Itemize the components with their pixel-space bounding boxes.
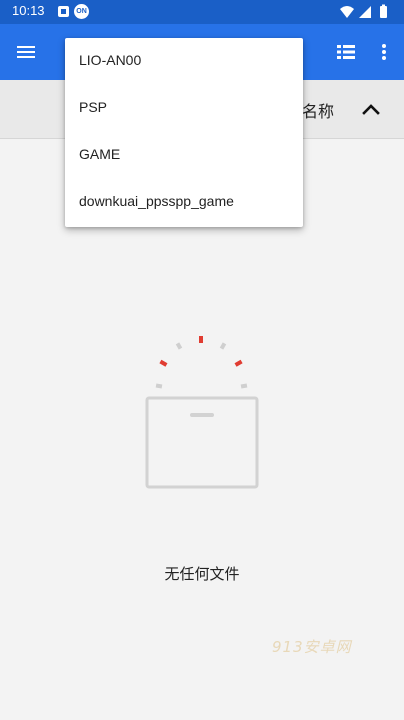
sort-by-name-label[interactable]: 名称 [302, 98, 334, 122]
status-bar: 10:13 ON [0, 0, 404, 24]
dropdown-item-lio-an00[interactable]: LIO-AN00 [65, 38, 303, 85]
dropdown-item-downkuai-ppsspp-game[interactable]: downkuai_ppsspp_game [65, 179, 303, 226]
folder-dropdown-menu: LIO-AN00 PSP GAME downkuai_ppsspp_game [65, 38, 303, 227]
dropdown-item-label: LIO-AN00 [79, 52, 142, 68]
status-time: 10:13 [12, 3, 45, 18]
more-vert-icon[interactable] [372, 40, 396, 64]
notification-a-icon [58, 6, 69, 17]
dropdown-item-label: GAME [79, 146, 121, 162]
on-badge-icon: ON [74, 4, 89, 19]
status-indicators [340, 4, 387, 18]
list-view-icon[interactable] [334, 40, 358, 64]
empty-state-message: 无任何文件 [164, 565, 240, 583]
hamburger-menu-icon[interactable] [14, 40, 38, 64]
dropdown-item-label: PSP [79, 99, 108, 115]
dropdown-item-game[interactable]: GAME [65, 132, 303, 179]
dropdown-item-label: downkuai_ppsspp_game [79, 193, 234, 209]
watermark-text: 913安卓网 [272, 638, 352, 656]
wifi-icon [340, 6, 354, 18]
dropdown-item-psp[interactable]: PSP [65, 85, 303, 132]
file-browser-screen: 10:13 ON 名称 LIO-AN00 PSP GAME downkuai_p… [0, 0, 404, 720]
signal-icon [359, 6, 371, 18]
empty-box-icon [145, 336, 259, 489]
battery-icon [380, 4, 387, 18]
chevron-up-icon[interactable] [358, 96, 384, 122]
